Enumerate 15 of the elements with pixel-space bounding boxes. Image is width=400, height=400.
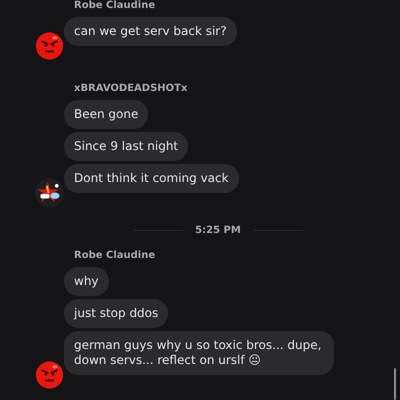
message-bubble: can we get serv back sir? — [64, 17, 237, 46]
message-bubble: why — [64, 267, 109, 296]
sender-name: Robe Claudine — [74, 250, 156, 262]
timestamp: 5:25 PM — [195, 225, 241, 236]
angry-face-icon[interactable] — [35, 30, 64, 62]
message-bubble: Since 9 last night — [64, 132, 188, 161]
message-bubble: Dont think it coming vack — [64, 164, 239, 193]
star-character-icon[interactable] — [35, 177, 64, 209]
message-bubble: just stop ddos — [64, 299, 168, 328]
sender-name: Robe Claudine — [74, 0, 156, 12]
angry-face-icon[interactable] — [35, 359, 64, 391]
message-bubble: german guys why u so toxic bros... dupe, down servs... reflect on urslf 😐 — [64, 331, 334, 375]
message-bubble: Been gone — [64, 100, 148, 129]
scrollbar[interactable] — [394, 368, 396, 400]
sender-name: xBRAVODEADSHOTx — [74, 83, 188, 95]
